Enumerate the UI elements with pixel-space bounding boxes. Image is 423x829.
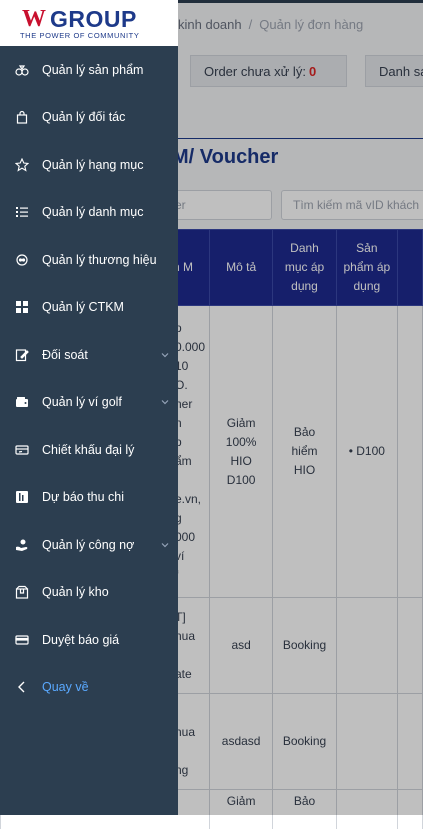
- sidebar-item-label: Quay về: [42, 680, 89, 694]
- warehouse-icon: [15, 585, 29, 599]
- logo-tagline: THE POWER OF COMMUNITY: [20, 31, 139, 40]
- card-discount-icon: [15, 443, 29, 457]
- sidebar-item-label: Quản lý công nợ: [42, 538, 134, 552]
- box-stack-icon: [15, 63, 29, 77]
- sidebar-item-categories-group[interactable]: Quản lý hạng mục: [0, 141, 178, 189]
- star-icon: [15, 158, 29, 172]
- chevron-left-icon: [15, 680, 29, 694]
- credit-card-icon: [15, 633, 29, 647]
- logo[interactable]: W GROUP THE POWER OF COMMUNITY: [0, 0, 178, 46]
- sidebar-menu: Quản lý sản phẩm Quản lý đối tác Quản lý…: [0, 46, 178, 711]
- sidebar-item-label: Quản lý đối tác: [42, 110, 125, 124]
- sidebar-item-products[interactable]: Quản lý sản phẩm: [0, 46, 178, 94]
- edit-doc-icon: [15, 348, 29, 362]
- sidebar-item-reconciliation[interactable]: Đối soát: [0, 331, 178, 379]
- sidebar-item-partners[interactable]: Quản lý đối tác: [0, 94, 178, 142]
- hand-coin-icon: [15, 538, 29, 552]
- sidebar-item-label: Quản lý kho: [42, 585, 109, 599]
- chevron-down-icon: [160, 350, 170, 360]
- sidebar-item-quote-approval[interactable]: Duyệt báo giá: [0, 616, 178, 664]
- sidebar-item-back[interactable]: Quay về: [0, 664, 178, 712]
- sidebar-item-debt[interactable]: Quản lý công nợ: [0, 521, 178, 569]
- logo-mark: W: [22, 6, 44, 33]
- grid-icon: [15, 300, 29, 314]
- sidebar-item-label: Quản lý ví golf: [42, 395, 122, 409]
- sidebar-item-label: Quản lý CTKM: [42, 300, 124, 314]
- badge-icon: [15, 253, 29, 267]
- sidebar-item-agent-discount[interactable]: Chiết khấu đại lý: [0, 426, 178, 474]
- sidebar-item-label: Chiết khấu đại lý: [42, 443, 134, 457]
- sidebar-item-warehouse[interactable]: Quản lý kho: [0, 569, 178, 617]
- list-icon: [15, 205, 29, 219]
- sidebar-item-brands[interactable]: Quản lý thương hiệu: [0, 236, 178, 284]
- sidebar-item-catalog[interactable]: Quản lý danh mục: [0, 189, 178, 237]
- sidebar-item-forecast[interactable]: Dự báo thu chi: [0, 474, 178, 522]
- chevron-down-icon: [160, 540, 170, 550]
- logo-name: GROUP: [50, 6, 137, 33]
- sidebar-item-label: Quản lý sản phẩm: [42, 63, 143, 77]
- sidebar: W GROUP THE POWER OF COMMUNITY Quản lý s…: [0, 0, 178, 815]
- sidebar-item-label: Quản lý hạng mục: [42, 158, 143, 172]
- sidebar-item-label: Quản lý thương hiệu: [42, 253, 157, 267]
- sidebar-item-label: Dự báo thu chi: [42, 490, 124, 504]
- sidebar-item-label: Quản lý danh mục: [42, 205, 143, 219]
- shopping-bag-icon: [15, 110, 29, 124]
- sidebar-item-golf-wallet[interactable]: Quản lý ví golf: [0, 379, 178, 427]
- sidebar-item-label: Duyệt báo giá: [42, 633, 119, 647]
- chevron-down-icon: [160, 397, 170, 407]
- sidebar-item-label: Đối soát: [42, 348, 88, 362]
- wallet-icon: [15, 395, 29, 409]
- forecast-icon: [15, 490, 29, 504]
- sidebar-item-promotions[interactable]: Quản lý CTKM: [0, 284, 178, 332]
